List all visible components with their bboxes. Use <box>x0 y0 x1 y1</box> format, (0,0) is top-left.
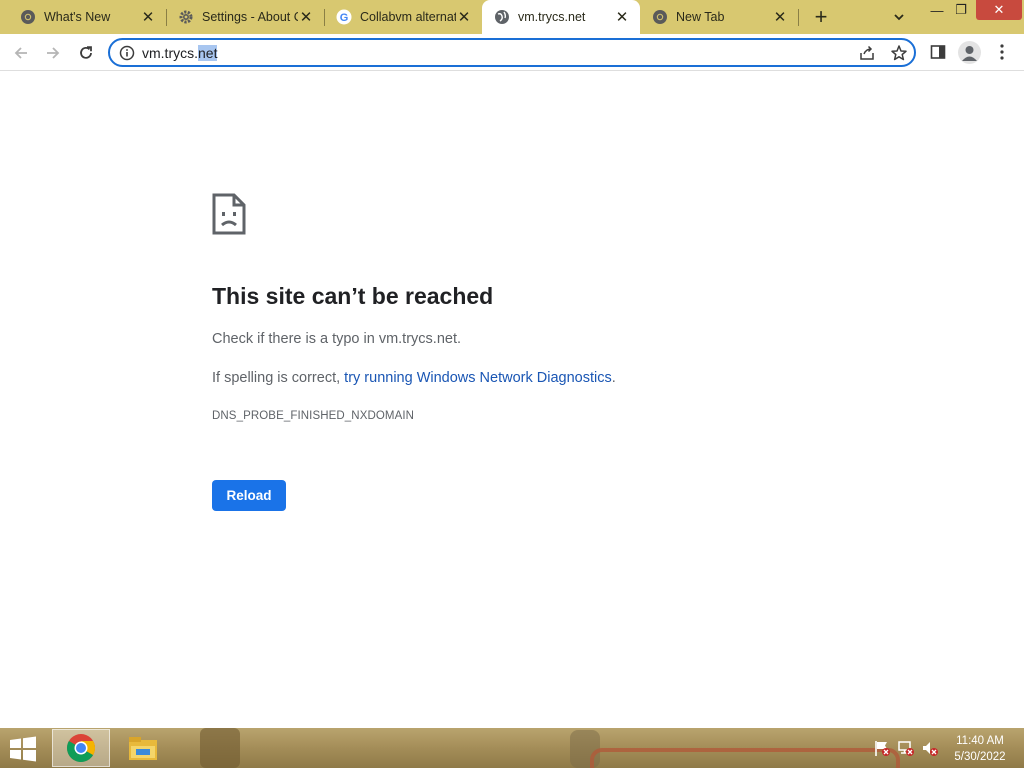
sad-page-icon <box>212 193 246 235</box>
close-icon[interactable]: ✕ <box>614 9 630 25</box>
error-code: DNS_PROBE_FINISHED_NXDOMAIN <box>212 410 415 422</box>
forward-button[interactable] <box>40 40 66 66</box>
file-explorer-icon <box>129 737 157 760</box>
profile-avatar[interactable] <box>958 41 981 64</box>
tab-settings[interactable]: Settings - About C ✕ <box>166 0 324 34</box>
tab-new-tab[interactable]: New Tab ✕ <box>640 0 798 34</box>
clock-date: 5/30/2022 <box>954 751 1006 763</box>
wallpaper-detail <box>590 748 900 768</box>
volume-muted-icon[interactable] <box>921 739 939 757</box>
url-selected-text: net <box>198 45 218 61</box>
info-icon[interactable] <box>119 45 135 61</box>
windows-taskbar: 11:40 AM 5/30/2022 <box>0 728 1024 768</box>
new-tab-button[interactable]: + <box>808 4 834 30</box>
chevron-down-icon <box>894 14 904 21</box>
tab-collabvm-search[interactable]: G Collabvm alternati ✕ <box>324 0 482 34</box>
error-hint-diagnostics: If spelling is correct, try running Wind… <box>212 370 616 386</box>
svg-text:G: G <box>340 12 349 24</box>
tab-title: New Tab <box>676 10 725 24</box>
reload-button[interactable]: Reload <box>212 480 286 511</box>
chrome-icon <box>652 9 668 25</box>
back-button[interactable] <box>8 40 34 66</box>
bookmark-star-icon[interactable] <box>890 44 908 62</box>
network-diagnostics-link[interactable]: try running Windows Network Diagnostics <box>344 370 612 386</box>
close-icon[interactable]: ✕ <box>772 9 788 25</box>
share-icon[interactable] <box>858 44 876 62</box>
hint-text: If spelling is correct, <box>212 370 345 386</box>
globe-icon <box>494 9 510 25</box>
tab-title: vm.trycs.net <box>518 10 586 24</box>
hint-period: . <box>611 370 616 386</box>
close-window-button[interactable]: ✕ <box>976 0 1022 20</box>
chrome-icon <box>20 9 36 25</box>
tab-strip: What's New ✕ Settings - About C ✕ G Coll… <box>0 0 1024 34</box>
windows-start-icon[interactable] <box>8 736 38 762</box>
side-panel-icon <box>930 45 946 59</box>
close-icon[interactable]: ✕ <box>140 9 156 25</box>
restore-button[interactable]: ❐ <box>946 0 976 20</box>
address-input[interactable]: vm.trycs.net <box>142 45 218 61</box>
tab-whats-new[interactable]: What's New ✕ <box>0 0 166 34</box>
tab-vm-trycs[interactable]: vm.trycs.net ✕ <box>482 0 640 34</box>
side-panel-button[interactable] <box>927 41 949 63</box>
tab-search-button[interactable] <box>888 6 910 28</box>
close-icon[interactable]: ✕ <box>298 9 314 25</box>
error-hint-typo: Check if there is a typo in vm.trycs.net… <box>212 331 462 347</box>
url-text: vm.trycs. <box>142 45 198 61</box>
wallpaper-detail <box>200 728 240 768</box>
address-bar[interactable]: vm.trycs.net <box>108 38 916 67</box>
tab-title: Settings - About C <box>202 10 298 24</box>
browser-toolbar: vm.trycs.net <box>0 34 1024 71</box>
system-clock[interactable]: 11:40 AM 5/30/2022 <box>944 733 1016 765</box>
chrome-icon <box>67 734 95 762</box>
error-page: This site can’t be reached Check if ther… <box>0 71 1024 728</box>
error-title: This site can’t be reached <box>212 283 494 309</box>
action-center-flag-icon[interactable] <box>873 739 891 757</box>
refresh-icon <box>80 46 92 59</box>
tab-title: What's New <box>44 10 111 24</box>
clock-time: 11:40 AM <box>956 735 1004 747</box>
arrow-right-icon <box>47 47 60 59</box>
menu-button[interactable] <box>991 41 1013 63</box>
taskbar-chrome[interactable] <box>52 729 110 767</box>
person-icon <box>962 46 977 61</box>
google-icon: G <box>336 9 352 25</box>
tab-separator <box>798 9 799 26</box>
close-icon[interactable]: ✕ <box>456 9 472 25</box>
taskbar-file-explorer[interactable] <box>114 729 172 767</box>
network-icon[interactable] <box>897 739 915 757</box>
arrow-left-icon <box>14 47 27 59</box>
reload-page-button[interactable] <box>73 40 99 66</box>
tab-title: Collabvm alternati <box>360 10 456 24</box>
more-vertical-icon <box>1000 44 1004 60</box>
settings-gear-icon <box>178 9 194 25</box>
